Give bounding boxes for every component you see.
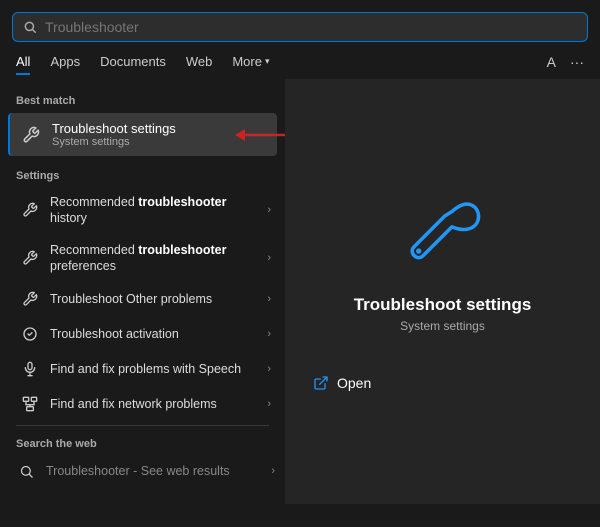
web-search-text: Troubleshooter - See web results [46,464,261,478]
settings-item-other-problems[interactable]: Troubleshoot Other problems › [4,282,281,316]
settings-item-rec-prefs-text: Recommended troubleshooter preferences [50,242,257,275]
settings-item-speech[interactable]: Find and fix problems with Speech › [4,352,281,386]
wrench-icon-3 [20,289,40,309]
tab-all[interactable]: All [16,50,30,73]
chevron-icon-1: › [267,204,271,216]
open-label: Open [337,375,371,391]
right-panel: Troubleshoot settings System settings Op… [285,79,600,504]
settings-section-label: Settings [0,162,285,186]
chevron-icon-4: › [267,328,271,340]
settings-item-activation[interactable]: Troubleshoot activation › [4,317,281,351]
settings-item-other-problems-text: Troubleshoot Other problems [50,291,257,307]
search-input[interactable]: Troubleshooter [45,19,577,35]
chevron-web-icon: › [271,465,275,477]
settings-item-network-text: Find and fix network problems [50,396,257,412]
mic-icon [20,359,40,379]
wrench-icon-1 [20,200,40,220]
settings-item-rec-history[interactable]: Recommended troubleshooter history › [4,187,281,234]
tab-apps[interactable]: Apps [50,50,80,73]
font-size-indicator: A [547,54,556,70]
open-link-icon [313,375,329,391]
tab-web[interactable]: Web [186,50,213,73]
tab-more[interactable]: More ▾ [232,50,269,73]
chevron-down-icon: ▾ [265,56,270,67]
panel-title: Troubleshoot settings [354,295,532,315]
nav-right: A ··· [547,54,584,70]
settings-item-network[interactable]: Find and fix network problems › [4,387,281,421]
settings-item-speech-text: Find and fix problems with Speech [50,361,257,377]
search-bar: Troubleshooter [12,12,588,42]
open-button[interactable]: Open [305,371,379,395]
wrench-small-icon [20,124,42,146]
chevron-icon-6: › [267,398,271,410]
best-match-label: Best match [0,87,285,111]
network-icon [20,394,40,414]
left-panel: Best match Troubleshoot settings System … [0,79,285,504]
large-wrench-icon [398,189,488,279]
panel-subtitle: System settings [400,319,485,333]
chevron-icon-3: › [267,293,271,305]
nav-tabs: All Apps Documents Web More ▾ A ··· [0,42,600,73]
settings-item-activation-text: Troubleshoot activation [50,326,257,342]
web-search-item[interactable]: Troubleshooter - See web results › [0,454,285,488]
circle-check-icon [20,324,40,344]
web-search-label: Search the web [0,430,285,454]
wrench-icon-2 [20,248,40,268]
settings-item-rec-history-text: Recommended troubleshooter history [50,194,257,227]
search-web-icon [16,461,36,481]
chevron-icon-5: › [267,363,271,375]
more-options-icon[interactable]: ··· [570,54,584,70]
main-content: Best match Troubleshoot settings System … [0,79,600,504]
tab-documents[interactable]: Documents [100,50,166,73]
search-icon [23,20,37,34]
settings-item-rec-prefs[interactable]: Recommended troubleshooter preferences › [4,235,281,282]
red-arrow-icon [235,120,285,150]
section-divider [16,425,269,426]
chevron-icon-2: › [267,252,271,264]
